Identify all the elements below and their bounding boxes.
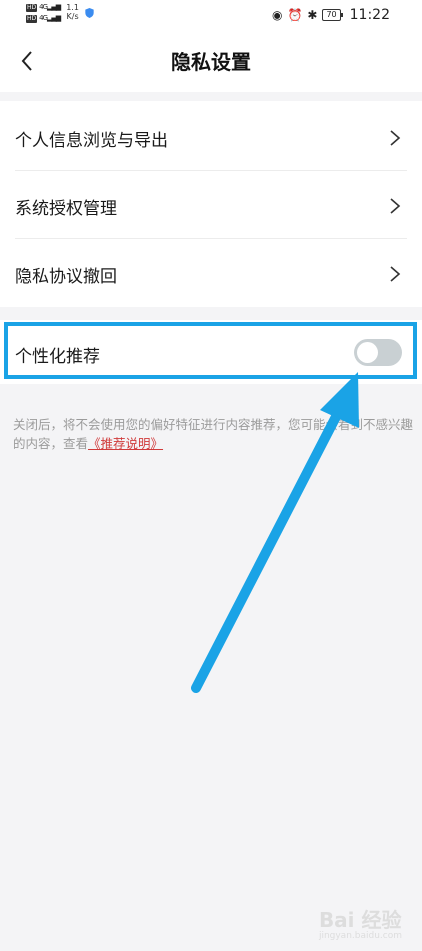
network-speed: 1.1 K/s bbox=[66, 3, 79, 21]
shield-icon bbox=[85, 8, 94, 18]
page-title: 隐私设置 bbox=[171, 50, 251, 74]
sim-signals: HD 4G▂▄▆ HD 4G▂▄▆ bbox=[26, 3, 61, 23]
system-authorization-item[interactable]: 系统授权管理 bbox=[0, 171, 422, 239]
chevron-right-icon bbox=[390, 198, 401, 214]
list-item-label: 系统授权管理 bbox=[15, 199, 117, 219]
sim1-signal-icon: 4G bbox=[39, 3, 48, 11]
chevron-right-icon bbox=[390, 266, 401, 282]
personalized-recommendation-label: 个性化推荐 bbox=[15, 347, 100, 367]
recommendation-explanation-link[interactable]: 《推荐说明》 bbox=[88, 436, 163, 451]
nav-header: 隐私设置 bbox=[0, 30, 422, 92]
personalized-recommendation-toggle[interactable] bbox=[354, 339, 402, 366]
personal-info-export-item[interactable]: 个人信息浏览与导出 bbox=[0, 103, 422, 171]
list-item-label: 隐私协议撤回 bbox=[15, 267, 117, 287]
baidu-watermark: Bai 经验 jingyan.baidu.com bbox=[318, 908, 402, 941]
chevron-right-icon bbox=[390, 130, 401, 146]
status-bar: HD 4G▂▄▆ HD 4G▂▄▆ 1.1 K/s ◉ ⏰ ✱ 70 11:22 bbox=[0, 0, 422, 30]
personalized-description: 关闭后，将不会使用您的偏好特征进行内容推荐，您可能会看到不感兴趣的内容，查看《推… bbox=[13, 417, 414, 451]
personalized-recommendation-row: 个性化推荐 bbox=[0, 320, 422, 384]
settings-list: 个人信息浏览与导出 系统授权管理 隐私协议撤回 bbox=[0, 101, 422, 307]
bluetooth-icon: ✱ bbox=[307, 8, 318, 22]
eye-icon: ◉ bbox=[271, 8, 283, 22]
battery-icon: 70 bbox=[322, 9, 343, 21]
alarm-icon: ⏰ bbox=[287, 8, 303, 22]
toggle-knob bbox=[357, 342, 378, 363]
status-time: 11:22 bbox=[349, 7, 390, 23]
sim2-signal-icon: 4G bbox=[39, 14, 48, 22]
list-item-label: 个人信息浏览与导出 bbox=[15, 131, 168, 151]
privacy-agreement-withdraw-item[interactable]: 隐私协议撤回 bbox=[0, 239, 422, 307]
